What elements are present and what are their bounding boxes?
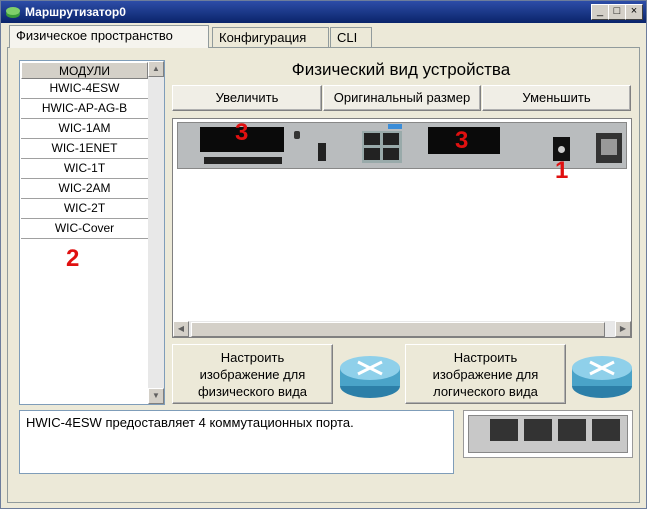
tab-cli[interactable]: CLI — [330, 27, 372, 47]
tab-content: МОДУЛИ HWIC-4ESW HWIC-AP-AG-B WIC-1AM WI… — [7, 47, 640, 503]
scroll-left-icon[interactable]: ◀ — [173, 321, 189, 337]
module-item[interactable]: WIC-1T — [21, 159, 148, 179]
module-description: HWIC-4ESW предоставляет 4 коммутационных… — [19, 410, 454, 474]
customize-logical-button[interactable]: Настроить изображение для логического ви… — [405, 344, 566, 404]
minimize-button[interactable]: _ — [591, 4, 609, 20]
annotation-marker-3a: 3 — [235, 119, 249, 146]
scroll-thumb[interactable] — [191, 322, 605, 337]
module-item[interactable]: WIC-Cover — [21, 219, 148, 239]
compact-flash-slot — [204, 157, 282, 164]
tab-config[interactable]: Конфигурация — [212, 27, 329, 47]
status-led — [388, 124, 402, 129]
button-line: Настроить — [220, 350, 285, 365]
tab-physical[interactable]: Физическое пространство — [9, 25, 209, 48]
maximize-button[interactable]: □ — [608, 4, 626, 20]
zoom-in-button[interactable]: Увеличить — [172, 85, 322, 111]
module-item[interactable]: HWIC-4ESW — [21, 79, 148, 99]
annotation-marker-3b: 3 — [455, 127, 469, 154]
device-view[interactable]: 3 3 1 ◀ ▶ — [172, 118, 632, 338]
button-line: изображение для — [432, 367, 539, 382]
power-connector — [596, 133, 622, 163]
scroll-right-icon[interactable]: ▶ — [615, 321, 631, 337]
titlebar: Маршрутизатор0 _ □ × — [1, 1, 646, 23]
module-item[interactable]: HWIC-AP-AG-B — [21, 99, 148, 119]
button-line: логического вида — [433, 384, 538, 399]
router-physical-icon — [340, 356, 400, 398]
router-app-icon — [6, 7, 20, 18]
annotation-marker-2: 2 — [66, 245, 80, 272]
physical-view-heading: Физический вид устройства — [291, 60, 511, 79]
router-logical-icon — [572, 356, 632, 398]
usb-port — [318, 143, 326, 161]
window-title: Маршрутизатор0 — [25, 5, 126, 19]
button-line: физического вида — [197, 384, 308, 399]
scroll-down-icon[interactable]: ▼ — [148, 388, 164, 404]
zoom-out-button[interactable]: Уменьшить — [482, 85, 631, 111]
module-preview — [463, 410, 633, 458]
module-item[interactable]: WIC-1ENET — [21, 139, 148, 159]
router-window: Маршрутизатор0 _ □ × Физическое простран… — [0, 0, 647, 509]
button-line: Настроить — [453, 350, 518, 365]
modules-list[interactable]: МОДУЛИ HWIC-4ESW HWIC-AP-AG-B WIC-1AM WI… — [19, 60, 165, 405]
modules-header: МОДУЛИ — [21, 62, 148, 79]
module-item[interactable]: WIC-1AM — [21, 119, 148, 139]
device-view-scrollbar[interactable]: ◀ ▶ — [173, 321, 631, 337]
annotation-marker-1: 1 — [555, 157, 569, 184]
ethernet-ports — [362, 131, 402, 163]
module-item[interactable]: WIC-2AM — [21, 179, 148, 199]
customize-physical-button[interactable]: Настроить изображение для физического ви… — [172, 344, 333, 404]
module-item[interactable]: WIC-2T — [21, 199, 148, 219]
scroll-up-icon[interactable]: ▲ — [148, 61, 164, 77]
close-button[interactable]: × — [625, 4, 643, 20]
original-size-button[interactable]: Оригинальный размер — [323, 85, 481, 111]
button-line: изображение для — [199, 367, 306, 382]
lock-icon — [294, 131, 300, 139]
modules-scrollbar[interactable]: ▲ ▼ — [148, 61, 164, 404]
